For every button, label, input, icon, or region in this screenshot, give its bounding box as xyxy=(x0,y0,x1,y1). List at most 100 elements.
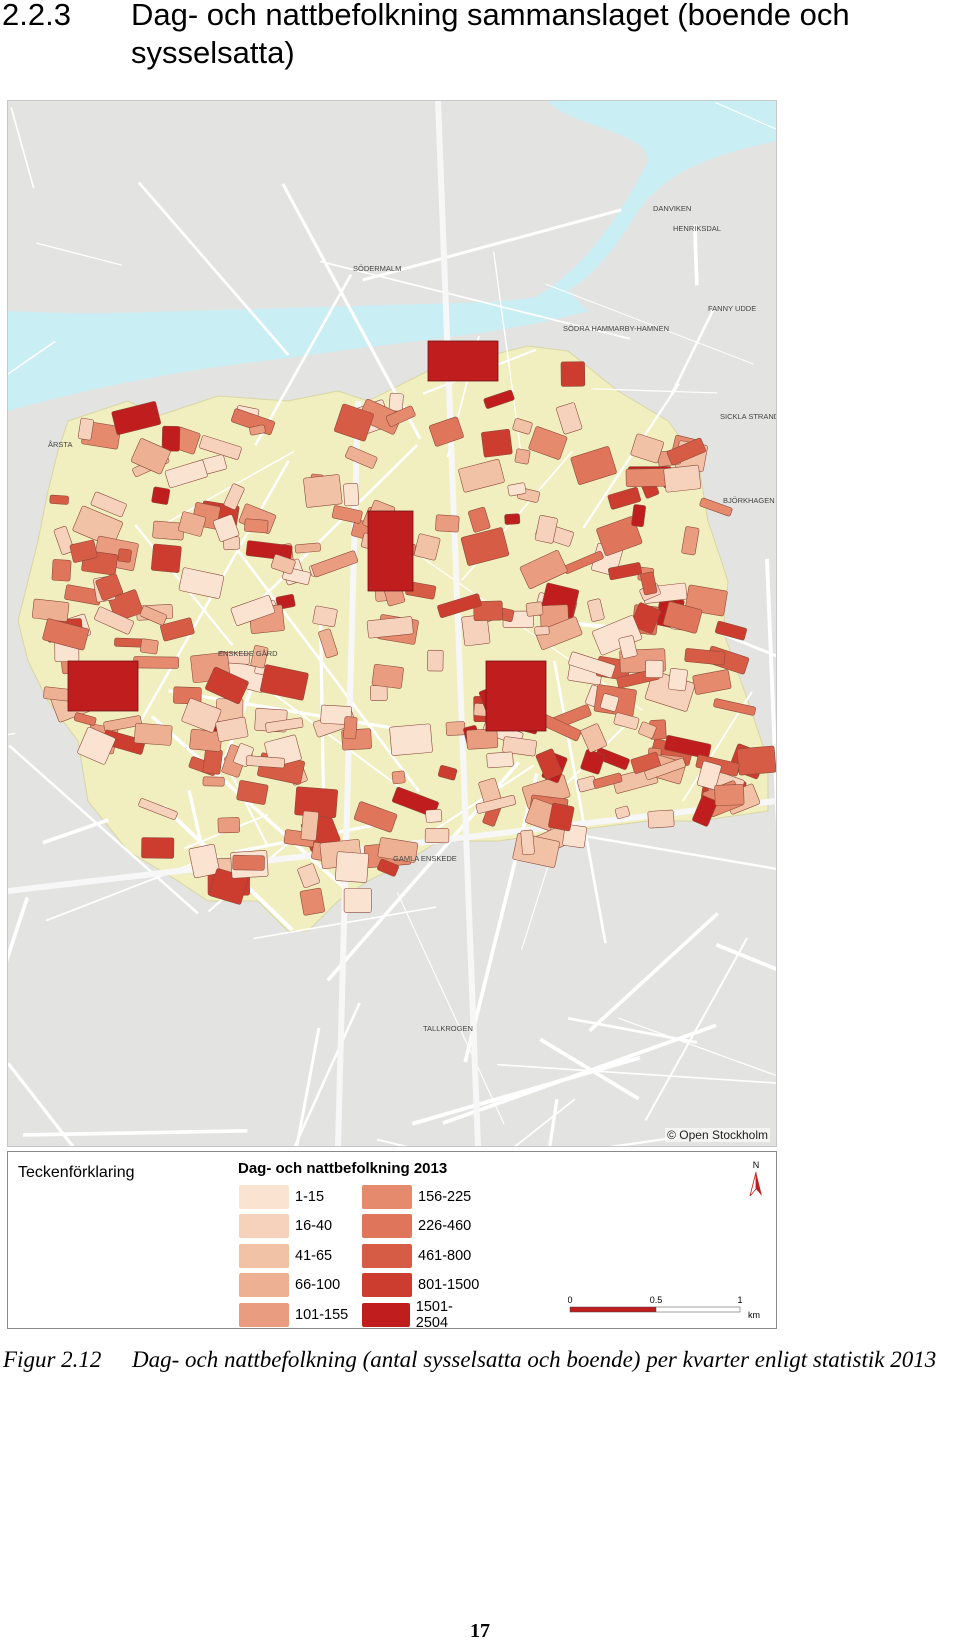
city-block xyxy=(49,494,69,505)
north-arrow-icon: N xyxy=(749,1160,762,1197)
city-block xyxy=(534,625,550,636)
city-block xyxy=(425,809,443,823)
legend-item: 41-65 xyxy=(239,1241,359,1271)
city-block-high-density xyxy=(427,340,499,382)
legend-swatch xyxy=(362,1243,412,1268)
legend-label: 226-460 xyxy=(418,1218,472,1235)
city-block xyxy=(343,483,360,507)
city-block xyxy=(217,817,240,834)
city-block xyxy=(77,417,94,441)
legend-label: 801-1500 xyxy=(418,1277,480,1294)
map-place-label: GAMLA ENSKEDE xyxy=(393,854,457,863)
city-block xyxy=(232,854,265,871)
legend-item: 461-800 xyxy=(362,1241,482,1271)
city-block xyxy=(663,464,702,493)
legend-swatch xyxy=(239,1273,289,1298)
legend-swatch xyxy=(362,1273,412,1298)
city-block xyxy=(388,392,404,412)
city-block xyxy=(133,656,179,669)
north-label: N xyxy=(753,1160,760,1170)
city-block xyxy=(151,486,171,505)
city-block xyxy=(391,770,406,785)
city-block xyxy=(140,638,159,655)
city-block-high-density xyxy=(485,660,547,732)
legend-label: 16-40 xyxy=(295,1218,333,1235)
city-block xyxy=(481,428,513,458)
city-block xyxy=(141,837,175,859)
legend-column-right: 156-225 226-460 461-800 801-1500 1501-2504 xyxy=(362,1182,482,1331)
city-block xyxy=(668,667,688,692)
legend-swatch xyxy=(239,1302,289,1327)
figure-label: Figur 2.12 xyxy=(3,1347,102,1372)
city-block xyxy=(647,809,675,829)
city-block xyxy=(514,448,531,465)
legend-item: 66-100 xyxy=(239,1271,359,1301)
legend-label: 66-100 xyxy=(295,1277,341,1294)
legend-item: 101-155 xyxy=(239,1300,359,1330)
legend-swatch xyxy=(362,1184,412,1209)
city-block-high-density xyxy=(367,510,414,592)
city-block xyxy=(335,851,369,883)
legend-label: 101-155 xyxy=(295,1306,349,1323)
city-block xyxy=(188,843,220,879)
city-block xyxy=(202,776,225,787)
map-place-label: ÅRSTA xyxy=(48,440,72,449)
map-place-label: BJÖRKHAGEN xyxy=(723,496,775,505)
legend-label: 1501-2504 xyxy=(415,1298,453,1331)
city-block xyxy=(645,659,664,679)
figure-caption-text: Dag- och nattbefolkning (antal sysselsat… xyxy=(132,1347,937,1372)
map: SÖDERMALM SÖDRA HAMMARBY-HAMNEN DANVIKEN HE… xyxy=(7,100,777,1147)
legend-swatch xyxy=(239,1243,289,1268)
map-place-label: SÖDERMALM xyxy=(353,264,401,273)
city-block xyxy=(51,559,72,582)
legend-swatch xyxy=(239,1184,289,1209)
city-block xyxy=(299,887,325,916)
city-block xyxy=(445,721,466,736)
city-block xyxy=(300,810,319,841)
map-place-label: DANVIKEN xyxy=(653,204,691,213)
section-title: Dag- och nattbefolkning sammanslaget (bo… xyxy=(131,0,850,70)
page-number: 17 xyxy=(470,1620,490,1642)
city-block xyxy=(736,745,776,776)
scale-tick-1: 1 xyxy=(737,1295,742,1305)
city-block xyxy=(389,723,433,756)
city-block xyxy=(244,518,269,534)
city-block xyxy=(548,802,575,832)
scale-bar: 0 0.5 1 km xyxy=(568,1295,760,1320)
legend-item: 1-15 xyxy=(239,1182,359,1212)
city-block xyxy=(424,828,450,844)
legend-label: 1-15 xyxy=(295,1188,325,1205)
legend-item: 801-1500 xyxy=(362,1271,482,1301)
city-block xyxy=(426,649,444,672)
scale-segment-1 xyxy=(569,1306,657,1313)
legend: Teckenförklaring Dag- och nattbefolkning… xyxy=(7,1151,777,1331)
scale-tick-half: 0.5 xyxy=(650,1295,663,1305)
legend-label: 156-225 xyxy=(418,1188,472,1205)
city-block xyxy=(303,474,343,508)
city-block xyxy=(486,751,514,769)
city-block xyxy=(631,504,646,528)
scale-segment-2 xyxy=(655,1306,741,1313)
legend-item: 1501-2504 xyxy=(362,1298,482,1331)
legend-swatch xyxy=(362,1214,412,1239)
street xyxy=(692,224,699,286)
city-block xyxy=(114,637,145,648)
city-block xyxy=(202,748,223,775)
city-block xyxy=(520,829,535,856)
city-block xyxy=(343,716,358,740)
city-block xyxy=(371,663,404,689)
map-place-label: TALLKROGEN xyxy=(423,1024,473,1033)
legend-swatch xyxy=(362,1302,410,1327)
map-place-label: ENSKEDE GÅRD xyxy=(218,649,278,658)
legend-title: Dag- och nattbefolkning 2013 xyxy=(238,1160,448,1177)
scale-unit: km xyxy=(748,1310,760,1320)
city-block xyxy=(150,543,182,573)
city-block-high-density xyxy=(67,660,139,712)
city-block xyxy=(133,722,173,746)
city-block xyxy=(560,361,586,387)
city-block xyxy=(117,548,132,563)
map-place-label: HENRIKSDAL xyxy=(673,224,721,233)
city-block xyxy=(31,598,70,622)
city-block xyxy=(370,685,388,702)
scale-tick-0: 0 xyxy=(568,1295,573,1305)
